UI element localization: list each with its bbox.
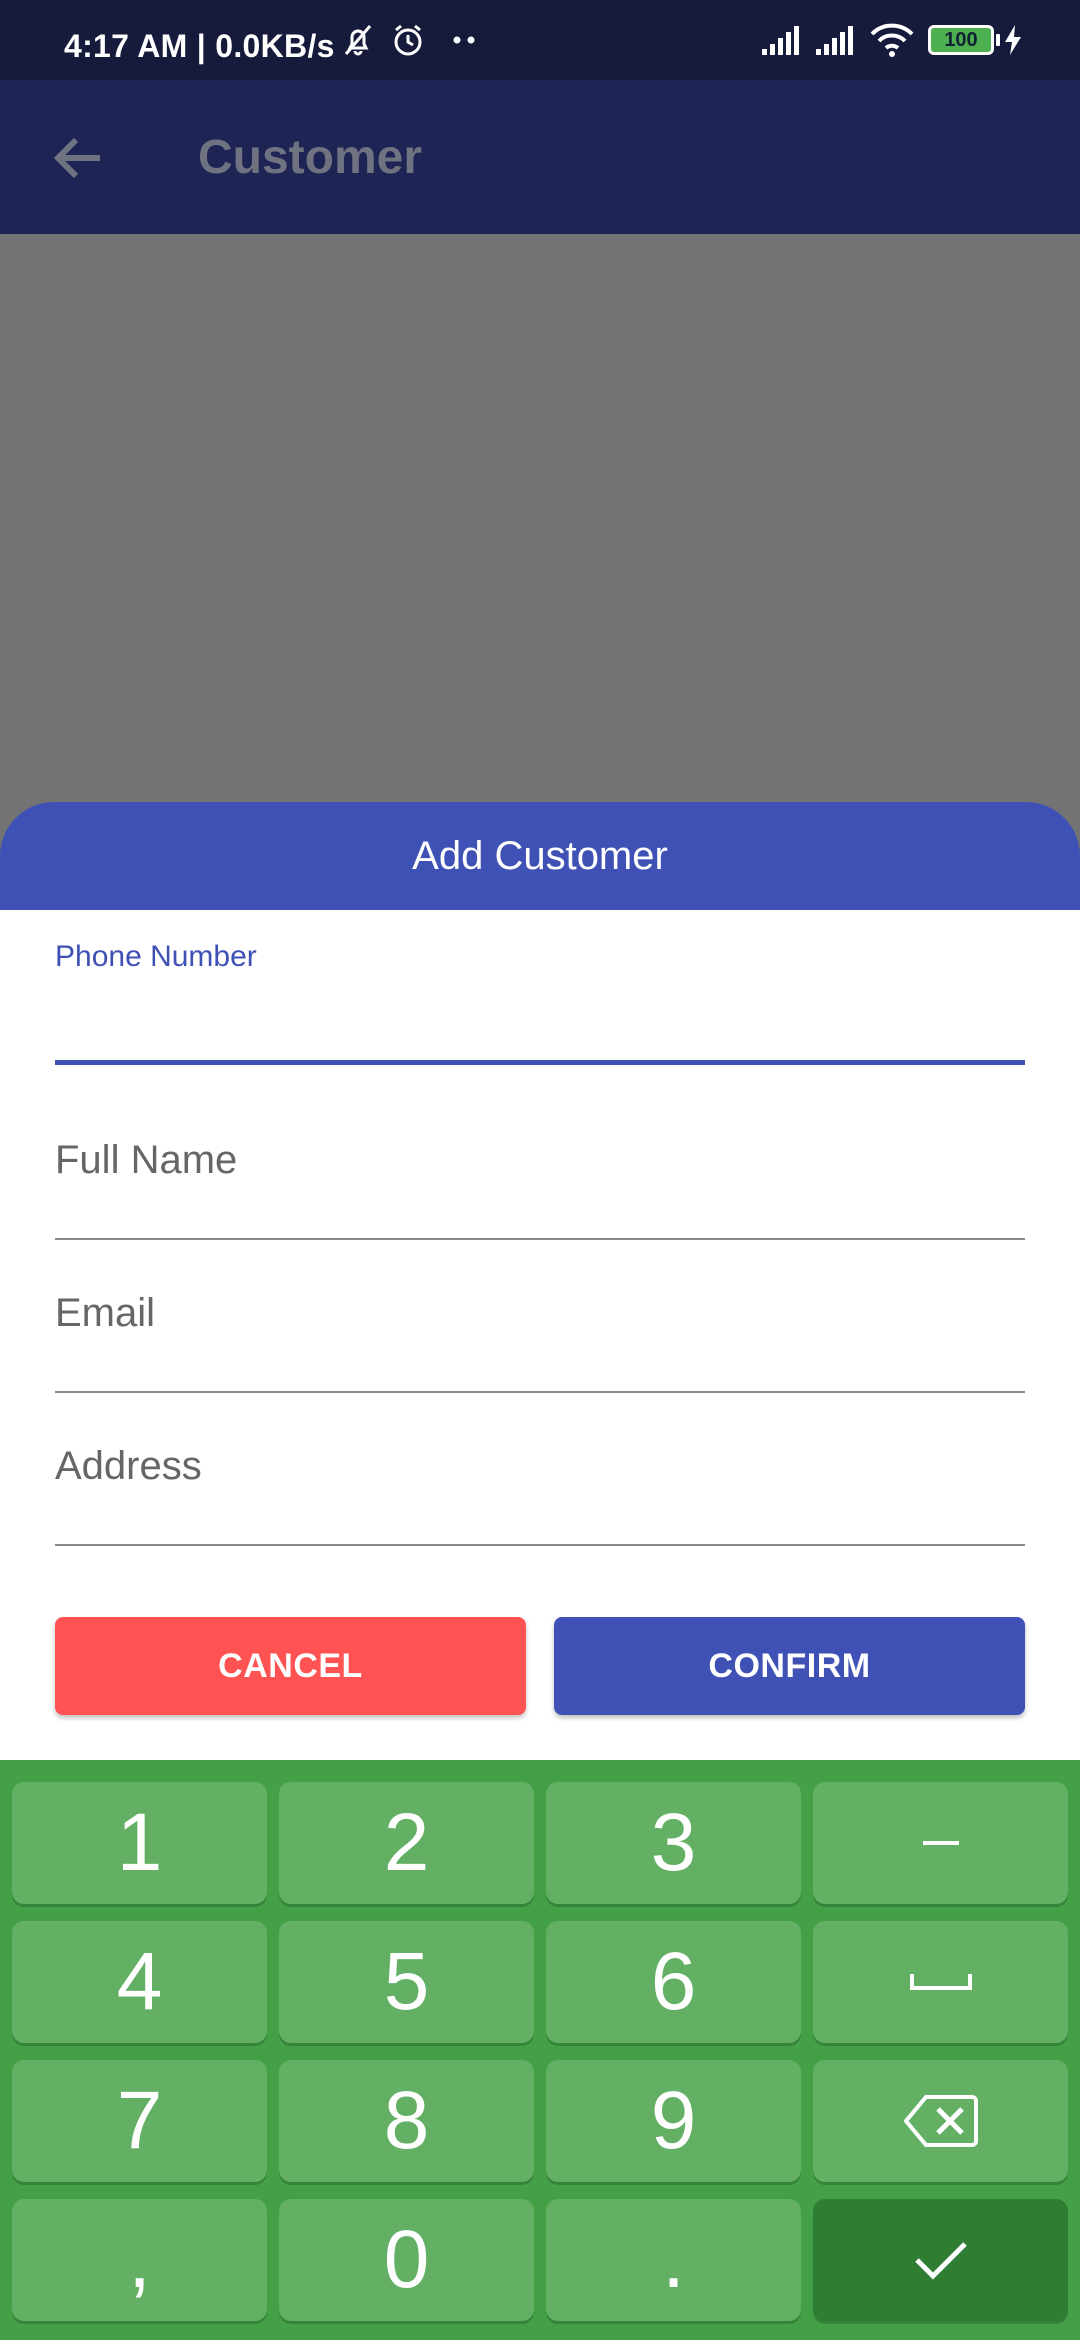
status-time-speed: 4:17 AM | 0.0KB/s (64, 28, 335, 64)
bell-off-icon (338, 0, 378, 80)
email-placeholder: Email (55, 1291, 156, 1335)
backspace-icon (903, 2095, 978, 2147)
key-space[interactable] (813, 1921, 1068, 2043)
key-5[interactable]: 5 (279, 1921, 534, 2043)
key-8[interactable]: 8 (279, 2060, 534, 2182)
app-bar: Customer (0, 80, 1080, 234)
address-underline (55, 1544, 1025, 1546)
key-7[interactable]: 7 (12, 2060, 267, 2182)
minus-icon (922, 1841, 959, 1845)
key-backspace[interactable] (813, 2060, 1068, 2182)
key-done[interactable] (813, 2199, 1068, 2321)
key-minus[interactable] (813, 1782, 1068, 1904)
full-name-underline (55, 1238, 1025, 1240)
phone-number-underline (55, 1060, 1025, 1065)
full-name-placeholder: Full Name (55, 1138, 238, 1182)
email-underline (55, 1391, 1025, 1393)
key-3[interactable]: 3 (546, 1782, 801, 1904)
address-placeholder: Address (55, 1444, 202, 1488)
signal-icon (760, 0, 802, 80)
key-comma[interactable]: , (12, 2199, 267, 2321)
back-arrow-icon[interactable] (48, 128, 108, 188)
alarm-icon (388, 0, 428, 80)
battery-level: 100 (944, 29, 978, 51)
key-4[interactable]: 4 (12, 1921, 267, 2043)
key-1[interactable]: 1 (12, 1782, 267, 1904)
checkmark-icon (914, 2242, 967, 2280)
key-2[interactable]: 2 (279, 1782, 534, 1904)
phone-number-label: Phone Number (55, 940, 257, 973)
charging-bolt-icon (1002, 0, 1024, 80)
key-period[interactable]: . (546, 2199, 801, 2321)
confirm-button[interactable]: CONFIRM (554, 1617, 1025, 1715)
phone-number-field[interactable]: Phone Number (55, 940, 1025, 1070)
key-0[interactable]: 0 (279, 2199, 534, 2321)
wifi-icon (868, 0, 916, 80)
key-6[interactable]: 6 (546, 1921, 801, 2043)
signal-icon (814, 0, 856, 80)
full-name-field[interactable]: Full Name (55, 1130, 1025, 1240)
space-icon (909, 1974, 972, 1990)
dialog-title: Add Customer (0, 802, 1080, 910)
status-bar: 4:17 AM | 0.0KB/s 100 (0, 0, 1080, 80)
cancel-button[interactable]: CANCEL (55, 1617, 526, 1715)
key-9[interactable]: 9 (546, 2060, 801, 2182)
page-title: Customer (198, 131, 423, 184)
more-notifications-icon (450, 0, 480, 80)
address-field[interactable]: Address (55, 1436, 1025, 1546)
battery-icon: 100 (928, 0, 1000, 80)
email-field[interactable]: Email (55, 1283, 1025, 1393)
numeric-keypad: 1 2 3 4 5 6 7 8 9 , 0 . (0, 1760, 1080, 2340)
